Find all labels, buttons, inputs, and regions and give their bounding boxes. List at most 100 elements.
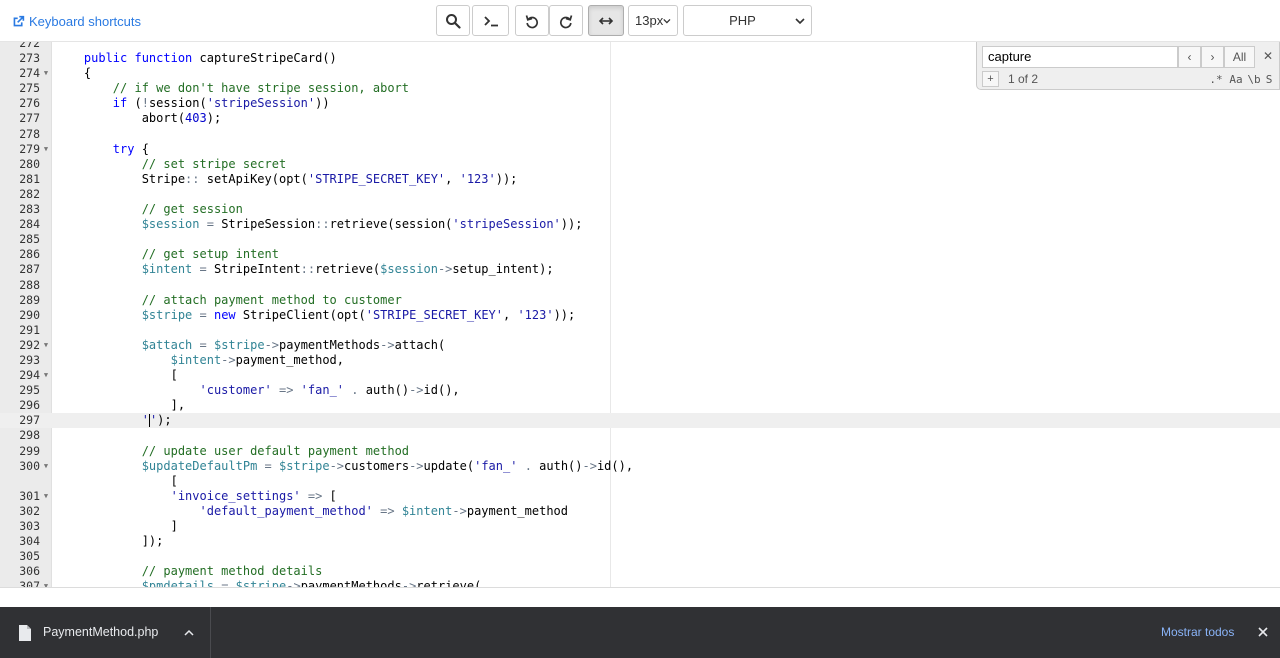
code-line[interactable]: 297 ''); [0, 413, 1280, 429]
code-line[interactable]: 283 // get session [0, 202, 1280, 217]
code-line[interactable]: 292 ▼ $attach = $stripe->paymentMethods->… [0, 338, 1280, 353]
line-number: 306 [19, 564, 40, 579]
line-number: 289 [19, 292, 40, 307]
code-line[interactable]: 298 [0, 428, 1280, 443]
line-number: 281 [19, 171, 40, 186]
code-token: { [55, 66, 92, 81]
code-line[interactable]: 282 [0, 187, 1280, 202]
code-token: , [445, 171, 460, 186]
search-close-button[interactable]: ✕ [1260, 48, 1276, 64]
fold-toggle-icon[interactable]: ▼ [42, 66, 50, 81]
find-all-button[interactable]: All [1224, 46, 1255, 68]
code-line[interactable]: 285 [0, 232, 1280, 247]
wrap-toggle-button[interactable] [588, 5, 624, 36]
code-line[interactable]: 294 ▼ [ [0, 368, 1280, 383]
code-token: public function [83, 51, 193, 66]
code-line[interactable]: 277 abort(403); [0, 111, 1280, 126]
code-text: ]); [55, 534, 164, 549]
find-next-button[interactable]: › [1201, 46, 1224, 68]
font-size-select[interactable]: 13px [628, 5, 678, 36]
find-previous-button[interactable]: ‹ [1178, 46, 1201, 68]
code-token: id(), [423, 383, 460, 398]
code-line[interactable]: 289 // attach payment method to customer [0, 293, 1280, 308]
keyboard-shortcuts-link[interactable]: Keyboard shortcuts [12, 12, 141, 30]
fold-toggle-icon[interactable]: ▼ [42, 579, 50, 587]
fold-toggle-icon[interactable]: ▼ [42, 459, 50, 474]
search-input[interactable]: capture [982, 46, 1178, 68]
chevron-up-icon[interactable] [183, 627, 195, 639]
code-line[interactable]: 286 // get setup intent [0, 247, 1280, 262]
fold-toggle-icon[interactable]: ▼ [42, 142, 50, 157]
code-token: 'STRIPE_SECRET_KEY' [307, 171, 446, 186]
code-line[interactable]: 295 'customer' => 'fan_' . auth()->id(), [0, 383, 1280, 398]
undo-button[interactable] [515, 5, 549, 36]
search-panel: capture ‹ › All ✕ + 1 of 2 .* Aa \b S [976, 42, 1280, 90]
code-line[interactable]: 288 [0, 278, 1280, 293]
code-line[interactable]: 303 ] [0, 519, 1280, 534]
code-line[interactable]: 296 ], [0, 398, 1280, 413]
code-editor[interactable]: 272 273 public function captureStripeCard… [0, 42, 1280, 588]
code-line[interactable]: 281 Stripe:: setApiKey(opt('STRIPE_SECRE… [0, 172, 1280, 187]
horizontal-arrows-icon [598, 16, 614, 25]
code-token: ] [55, 519, 178, 533]
case-sensitive-option[interactable]: Aa [1226, 71, 1246, 87]
code-text: // get session [55, 202, 243, 217]
code-token: auth() [531, 458, 583, 473]
fold-toggle-icon[interactable]: ▼ [42, 368, 50, 383]
code-line[interactable]: 279 ▼ try { [0, 142, 1280, 157]
code-line[interactable]: 276 if (!session('stripeSession')) [0, 96, 1280, 111]
search-button[interactable] [436, 5, 470, 36]
code-line[interactable]: 278 [0, 127, 1280, 142]
code-line[interactable]: 307 ▼ $pmdetails = $stripe->paymentMethod… [0, 579, 1280, 587]
code-token: new [213, 307, 236, 322]
code-line[interactable]: 302 'default_payment_method' => $intent-… [0, 504, 1280, 519]
redo-icon [559, 14, 573, 28]
code-line[interactable]: 291 [0, 323, 1280, 338]
code-line[interactable]: 305 [0, 549, 1280, 564]
show-all-downloads-button[interactable]: Mostrar todos [1147, 621, 1248, 643]
code-line[interactable]: 287 $intent = StripeIntent::retrieve($se… [0, 262, 1280, 277]
line-number: 297 [19, 413, 40, 428]
code-text: // update user default payment method [55, 444, 409, 459]
toggle-replace-button[interactable]: + [982, 71, 999, 87]
fold-toggle-icon[interactable]: ▼ [42, 338, 50, 353]
line-number: 280 [19, 156, 40, 171]
download-item[interactable]: PaymentMethod.php [0, 607, 211, 658]
fold-toggle-icon[interactable]: ▼ [42, 489, 50, 504]
code-line[interactable]: 306 // payment method details [0, 564, 1280, 579]
language-select[interactable]: PHP [683, 5, 812, 36]
code-line[interactable]: 299 // update user default payment metho… [0, 444, 1280, 459]
code-line[interactable]: [ [0, 474, 1280, 489]
close-icon[interactable] [1256, 625, 1270, 639]
regex-option[interactable]: .* [1206, 71, 1226, 87]
code-token: , [503, 307, 518, 322]
code-line[interactable]: 304 ]); [0, 534, 1280, 549]
code-token: // update user default payment method [141, 443, 410, 458]
code-line[interactable]: 284 $session = StripeSession::retrieve(s… [0, 217, 1280, 232]
chevron-left-icon: ‹ [1187, 50, 1192, 64]
whole-word-option[interactable]: \b [1245, 71, 1263, 87]
code-token: // get setup intent [141, 247, 279, 262]
line-number: 285 [19, 232, 40, 247]
code-line[interactable]: 300 ▼ $updateDefaultPm = $stripe->custome… [0, 459, 1280, 474]
code-token: => [380, 503, 395, 518]
code-line[interactable]: 290 $stripe = new StripeClient(opt('STRI… [0, 308, 1280, 323]
code-line[interactable]: 301 ▼ 'invoice_settings' => [ [0, 489, 1280, 504]
redo-button[interactable] [549, 5, 583, 36]
line-number: 295 [19, 383, 40, 398]
code-token: ); [157, 413, 172, 428]
search-in-selection-option[interactable]: S [1263, 71, 1275, 87]
code-line[interactable]: 293 $intent->payment_method, [0, 353, 1280, 368]
code-line[interactable]: 280 // set stripe secret [0, 157, 1280, 172]
code-token: // attach payment method to customer [141, 292, 402, 307]
terminal-button[interactable] [472, 5, 509, 36]
code-token: [ [322, 488, 337, 503]
code-token: -> [409, 383, 424, 398]
code-token: abort( [55, 111, 186, 126]
